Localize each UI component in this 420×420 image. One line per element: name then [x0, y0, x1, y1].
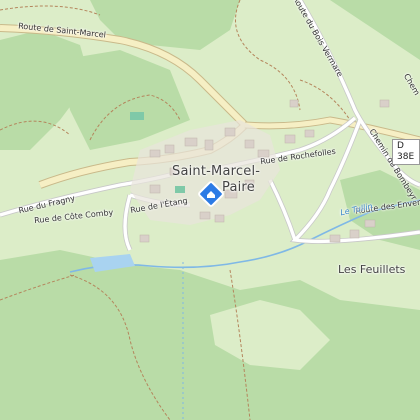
building	[184, 137, 198, 147]
building	[199, 211, 211, 220]
label-town-line2: Paire	[222, 180, 255, 195]
forest-area-mid	[60, 50, 190, 150]
building	[349, 229, 360, 239]
map-canvas[interactable]: Route de Saint-Marcel Route du Bois Verm…	[0, 0, 420, 420]
building	[149, 184, 161, 194]
green-building	[130, 112, 144, 120]
label-town-line1: Saint-Marcel-	[172, 164, 261, 179]
building	[214, 214, 225, 223]
building	[364, 219, 376, 228]
building	[149, 149, 161, 158]
green-building	[175, 186, 185, 193]
building	[204, 139, 214, 151]
building	[304, 129, 315, 138]
building	[284, 134, 296, 144]
trail-top	[0, 5, 101, 16]
road-shield-d38e: D 38E	[392, 139, 420, 165]
forest-area-top-right	[330, 0, 420, 60]
road-route-des-envers	[268, 179, 297, 241]
trail-upper	[235, 0, 301, 111]
building	[289, 99, 299, 108]
location-pin-icon[interactable]	[198, 181, 224, 207]
building	[244, 139, 255, 149]
building	[139, 234, 150, 243]
building	[379, 99, 390, 108]
building	[164, 144, 175, 154]
building	[224, 127, 236, 137]
building	[329, 234, 341, 243]
label-les-feuillets: Les Feuillets	[338, 263, 406, 276]
